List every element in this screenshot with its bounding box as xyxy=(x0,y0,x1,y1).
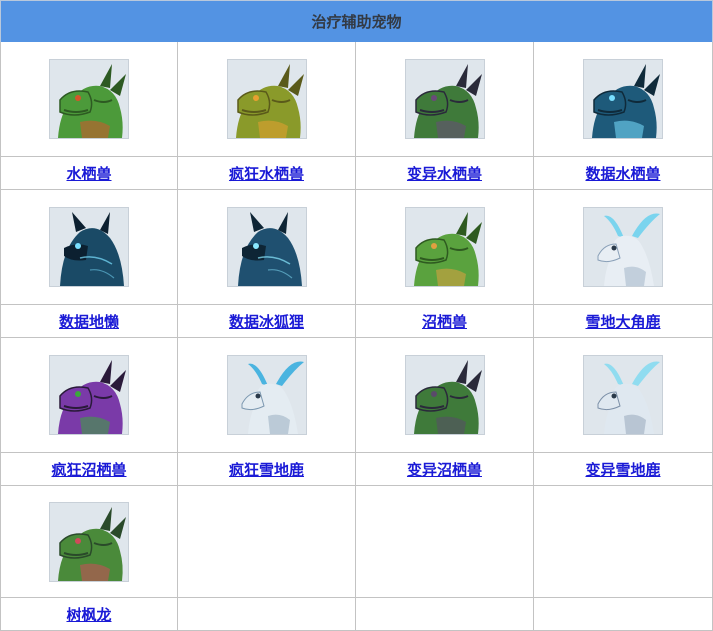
pet-image-cell xyxy=(356,190,534,305)
pet-image-cell xyxy=(178,338,356,453)
pet-name-cell: 疯狂水栖兽 xyxy=(178,157,356,190)
pet-name-cell: 变异雪地鹿 xyxy=(534,453,713,486)
pet-name-cell: 数据水栖兽 xyxy=(534,157,713,190)
pet-name-link[interactable]: 疯狂水栖兽 xyxy=(229,163,304,184)
frenzy-snow-deer-portrait[interactable] xyxy=(226,355,307,435)
pet-image-cell xyxy=(178,190,356,305)
mutant-snow-deer-portrait[interactable] xyxy=(583,355,663,435)
cyber-fox-portrait[interactable] xyxy=(226,207,307,287)
pet-image-cell xyxy=(0,190,178,305)
purple-dragon-portrait[interactable] xyxy=(49,355,129,435)
pet-name-cell: 变异水栖兽 xyxy=(356,157,534,190)
pet-image-cell xyxy=(178,486,356,598)
pet-name-link[interactable]: 疯狂雪地鹿 xyxy=(229,459,304,480)
pet-name-link[interactable]: 数据水栖兽 xyxy=(585,163,660,184)
pet-image-cell xyxy=(534,42,713,157)
pet-image-cell xyxy=(178,42,356,157)
pet-image-cell xyxy=(534,338,713,453)
cyber-sloth-portrait[interactable] xyxy=(49,207,129,287)
pet-image-cell xyxy=(356,486,534,598)
pet-image-cell xyxy=(0,486,178,598)
dark-green-dragon-portrait[interactable] xyxy=(404,59,485,139)
pet-image-cell xyxy=(0,338,178,453)
pet-name-cell: 变异沼栖兽 xyxy=(356,453,534,486)
pet-name-link[interactable]: 变异沼栖兽 xyxy=(407,459,482,480)
cyber-dragon-portrait[interactable] xyxy=(583,59,663,139)
pet-name-cell xyxy=(178,598,356,631)
pet-name-link[interactable]: 数据地懒 xyxy=(59,311,119,332)
pet-name-cell: 水栖兽 xyxy=(0,157,178,190)
pet-name-link[interactable]: 数据冰狐狸 xyxy=(229,311,304,332)
pet-name-link[interactable]: 变异水栖兽 xyxy=(407,163,482,184)
pet-name-cell: 疯狂沼栖兽 xyxy=(0,453,178,486)
pet-name-cell: 雪地大角鹿 xyxy=(534,305,713,338)
pet-grid: 水栖兽 疯狂水栖兽 变异水栖兽 数据水栖兽数据地懒 数据冰狐狸 沼栖兽 雪地大角鹿疯狂沼栖兽… xyxy=(0,42,713,631)
pet-name-link[interactable]: 雪地大角鹿 xyxy=(585,311,660,332)
pet-image-cell xyxy=(0,42,178,157)
table-title: 治疗辅助宠物 xyxy=(0,0,713,42)
pet-name-link[interactable]: 变异雪地鹿 xyxy=(585,459,660,480)
pet-name-cell xyxy=(356,598,534,631)
snow-deer-portrait[interactable] xyxy=(583,207,663,287)
pet-name-link[interactable]: 水栖兽 xyxy=(66,163,111,184)
olive-dragon-portrait[interactable] xyxy=(226,59,307,139)
swamp-dragon-portrait[interactable] xyxy=(404,207,485,287)
pet-image-cell xyxy=(534,190,713,305)
pet-name-cell: 数据冰狐狸 xyxy=(178,305,356,338)
maple-dragon-portrait[interactable] xyxy=(49,501,129,582)
pet-name-cell: 树枫龙 xyxy=(0,598,178,631)
pet-image-cell xyxy=(356,338,534,453)
pet-image-cell xyxy=(356,42,534,157)
pet-name-cell: 沼栖兽 xyxy=(356,305,534,338)
mutant-swamp-dragon-portrait[interactable] xyxy=(404,355,485,435)
pet-name-cell: 疯狂雪地鹿 xyxy=(178,453,356,486)
green-dragon-portrait[interactable] xyxy=(49,59,129,139)
pet-name-link[interactable]: 疯狂沼栖兽 xyxy=(51,459,126,480)
pet-image-cell xyxy=(534,486,713,598)
pet-name-link[interactable]: 树枫龙 xyxy=(66,604,111,625)
pet-table: 治疗辅助宠物 水栖兽 疯狂水栖兽 变异水栖兽 数据水栖兽数据地懒 数据冰狐狸 沼栖兽 雪地大… xyxy=(0,0,713,631)
pet-name-cell: 数据地懒 xyxy=(0,305,178,338)
pet-name-link[interactable]: 沼栖兽 xyxy=(422,311,467,332)
pet-name-cell xyxy=(534,598,713,631)
